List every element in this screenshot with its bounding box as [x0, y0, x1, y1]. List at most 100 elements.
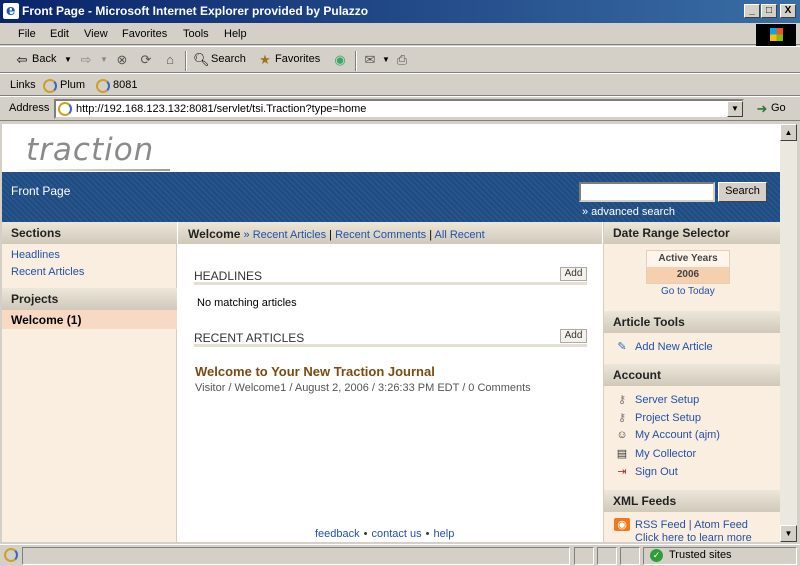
go-button[interactable]: Go — [771, 102, 786, 114]
contact-link[interactable]: contact us — [372, 528, 422, 540]
windows-logo-icon — [756, 24, 796, 46]
vertical-scrollbar[interactable]: ▲ ▼ — [780, 124, 797, 542]
search-icon[interactable]: 🔍︎ — [193, 52, 210, 68]
trusted-check-icon: ✓ — [650, 549, 663, 562]
active-years-label: Active Years — [658, 253, 718, 264]
go-arrow-icon[interactable]: ➜ — [754, 101, 770, 117]
close-button[interactable]: X — [780, 4, 796, 18]
forward-arrow-icon[interactable]: ⇨ — [78, 52, 94, 68]
article-meta: Visitor / Welcome1 / August 2, 2006 / 3:… — [195, 382, 531, 394]
link-8081[interactable]: 8081 — [113, 79, 137, 91]
links-bar: Links Plum 8081 — [0, 73, 800, 96]
menu-file[interactable]: File — [18, 28, 36, 40]
links-label: Links — [10, 79, 36, 91]
feedback-link[interactable]: feedback — [315, 528, 360, 540]
sign-out-link[interactable]: ⇥ Sign Out — [614, 465, 677, 478]
link-page-icon — [95, 77, 111, 93]
mail-icon[interactable]: ✉ — [362, 52, 378, 68]
account-heading: Account — [604, 364, 780, 386]
tab-recent-articles[interactable]: Recent Articles — [253, 229, 326, 241]
help-link[interactable]: help — [434, 528, 455, 540]
add-headline-button[interactable]: Add — [560, 267, 587, 281]
page-status-icon — [4, 548, 18, 562]
search-toolbar-button[interactable]: Search — [211, 53, 246, 65]
project-setup-link[interactable]: ⚷ Project Setup — [614, 411, 701, 424]
add-new-article-link[interactable]: ✎ Add New Article — [614, 340, 712, 353]
breadcrumb: Welcome » Recent Articles | Recent Comme… — [178, 222, 602, 244]
atom-feed-link[interactable]: Atom Feed — [694, 519, 748, 531]
my-account-link[interactable]: ☺ My Account (ajm) — [614, 429, 720, 441]
project-welcome[interactable]: Welcome (1) — [2, 310, 177, 329]
status-cell — [597, 547, 617, 565]
back-button[interactable]: Back — [32, 53, 56, 65]
breadcrumb-separator: » — [243, 229, 250, 241]
headlines-title: HEADLINES — [194, 269, 263, 283]
favorites-toolbar-button[interactable]: Favorites — [275, 53, 320, 65]
active-years-box: Active Years 2006 — [646, 250, 730, 284]
sidebar-item-headlines[interactable]: Headlines — [11, 249, 60, 261]
back-arrow-icon[interactable]: ⇦ — [14, 52, 30, 68]
address-input[interactable]: http://192.168.123.132:8081/servlet/tsi.… — [54, 99, 744, 119]
link-plum[interactable]: Plum — [60, 79, 85, 91]
year-2006[interactable]: 2006 — [647, 267, 729, 283]
user-icon: ☺ — [616, 429, 628, 441]
collector-icon: ▤ — [616, 448, 628, 460]
my-collector-link[interactable]: ▤ My Collector — [614, 447, 696, 460]
key-icon: ⚷ — [617, 394, 627, 406]
headlines-empty: No matching articles — [197, 297, 297, 309]
tab-all-recent[interactable]: All Recent — [435, 229, 485, 241]
add-article-icon: ✎ — [617, 341, 627, 353]
print-icon[interactable]: ⎙ — [394, 52, 410, 68]
media-icon[interactable]: ◉ — [332, 52, 348, 68]
stop-icon[interactable]: ⊗ — [114, 52, 130, 68]
left-sidebar: Sections Headlines Recent Articles Proje… — [2, 222, 177, 542]
page-banner: Front Page Search » advanced search — [2, 172, 780, 222]
tab-recent-comments[interactable]: Recent Comments — [335, 229, 426, 241]
recent-articles-title: RECENT ARTICLES — [194, 331, 305, 345]
status-bar: ✓ Trusted sites — [0, 544, 800, 566]
window-titlebar: Front Page - Microsoft Internet Explorer… — [0, 0, 800, 23]
page-icon — [58, 102, 72, 116]
search-input[interactable] — [579, 182, 715, 202]
address-bar: Address http://192.168.123.132:8081/serv… — [0, 96, 800, 121]
sidebar-item-recent-articles[interactable]: Recent Articles — [11, 266, 84, 278]
refresh-icon[interactable]: ⟳ — [138, 52, 154, 68]
server-setup-link[interactable]: ⚷ Server Setup — [614, 393, 699, 406]
menu-favorites[interactable]: Favorites — [122, 28, 167, 40]
rss-feed-row: ◉ RSS Feed | Atom Feed — [614, 518, 748, 531]
menu-view[interactable]: View — [84, 28, 108, 40]
forward-dropdown-icon[interactable]: ▼ — [96, 52, 112, 68]
search-button[interactable]: Search — [718, 182, 767, 202]
standard-toolbar: ⇦ Back ▼ ⇨ ▼ ⊗ ⟳ ⌂ 🔍︎ Search ★ Favorites… — [0, 46, 800, 73]
scroll-up-icon[interactable]: ▲ — [780, 124, 797, 141]
main-content: Welcome » Recent Articles | Recent Comme… — [178, 222, 602, 542]
menu-tools[interactable]: Tools — [183, 28, 209, 40]
scroll-down-icon[interactable]: ▼ — [780, 525, 797, 542]
url-text: http://192.168.123.132:8081/servlet/tsi.… — [76, 103, 367, 115]
learn-more-link[interactable]: Click here to learn more — [635, 532, 752, 542]
minimize-button[interactable]: _ — [744, 4, 760, 18]
favorites-icon[interactable]: ★ — [257, 52, 273, 68]
toolbar-separator — [185, 51, 187, 71]
go-to-today-link[interactable]: Go to Today — [661, 286, 715, 297]
rss-feed-link[interactable]: RSS Feed — [635, 519, 686, 531]
page-title: Front Page — [11, 184, 71, 198]
sign-out-icon: ⇥ — [617, 466, 627, 478]
menu-help[interactable]: Help — [224, 28, 247, 40]
add-article-button[interactable]: Add — [560, 329, 587, 343]
status-text-cell — [22, 547, 570, 565]
advanced-search-link[interactable]: » advanced search — [582, 206, 675, 218]
home-icon[interactable]: ⌂ — [162, 52, 178, 68]
address-dropdown-icon[interactable]: ▼ — [727, 101, 743, 117]
logo-band: traction — [2, 124, 780, 173]
traction-logo[interactable]: traction — [26, 132, 154, 168]
menu-edit[interactable]: Edit — [50, 28, 69, 40]
article-title-link[interactable]: Welcome to Your New Traction Journal — [195, 364, 435, 379]
article-tools-heading: Article Tools — [604, 311, 780, 333]
back-dropdown-icon[interactable]: ▼ — [60, 52, 76, 68]
mail-dropdown-icon[interactable]: ▼ — [378, 52, 394, 68]
sections-heading: Sections — [2, 222, 177, 244]
logo-underline — [10, 169, 170, 171]
maximize-button[interactable]: □ — [761, 4, 777, 18]
key-icon: ⚷ — [617, 412, 627, 424]
